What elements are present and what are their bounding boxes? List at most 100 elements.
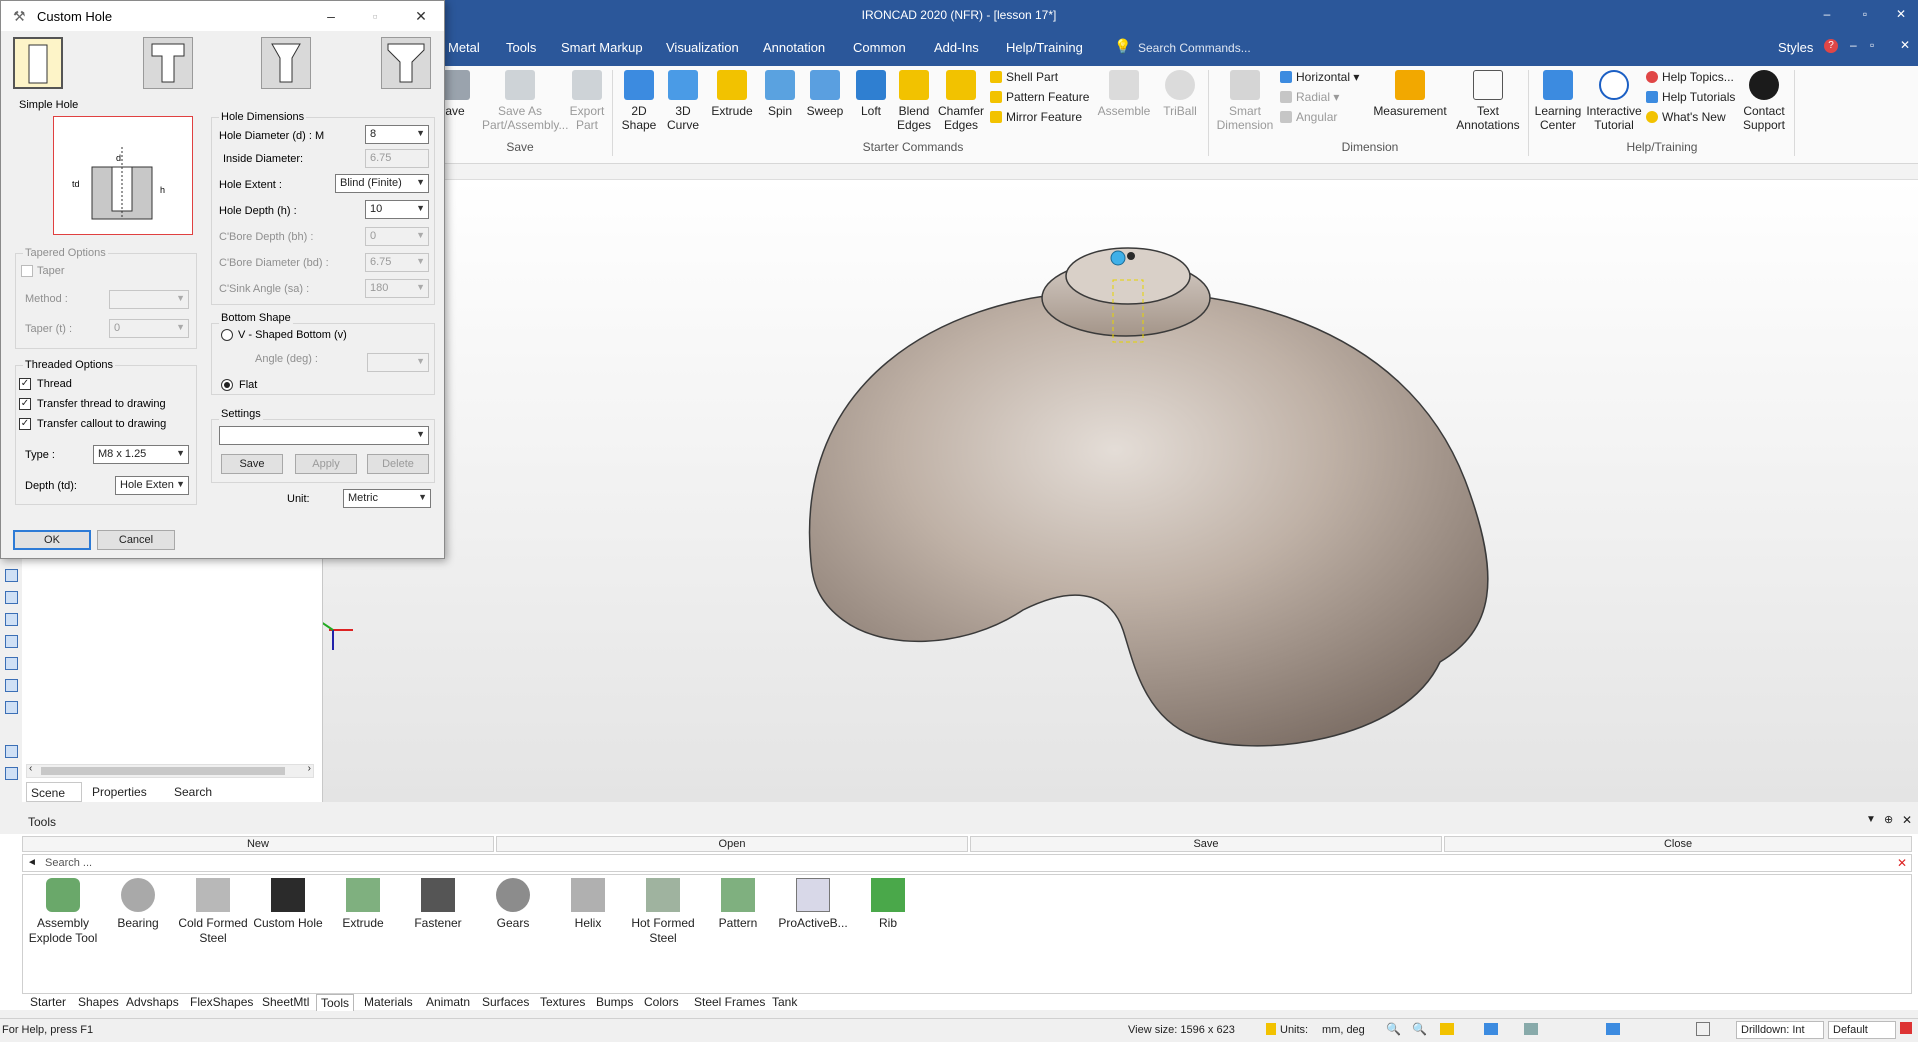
menu-help-training[interactable]: Help/Training [1006,40,1083,55]
menu-annotation[interactable]: Annotation [763,40,825,55]
menu-tools[interactable]: Tools [506,40,536,55]
cancel-button[interactable]: Cancel [97,530,175,550]
hole-anchor-icon[interactable] [1110,250,1126,266]
hole-type-countersink-taper[interactable] [261,37,311,89]
catalog-item-fastener[interactable]: Fastener [401,878,475,931]
catalog-open-button[interactable]: Open [496,836,968,852]
strip-tool-icon[interactable] [5,745,18,758]
menu-visualization[interactable]: Visualization [666,40,739,55]
tab-scene[interactable]: Scene [26,782,82,802]
tab-textures[interactable]: Textures [536,994,589,1010]
tab-flexshapes[interactable]: FlexShapes [186,994,257,1010]
help-topics-button[interactable]: Help Topics... [1646,70,1734,84]
3d-curve-button[interactable]: 3D Curve [664,70,702,132]
tab-sheetmtl[interactable]: SheetMtl [258,994,313,1010]
hole-type-countersink[interactable] [381,37,431,89]
maximize-button[interactable]: ▫ [1852,4,1878,24]
catalog-item-pattern[interactable]: Pattern [701,878,775,931]
close-catalog-icon[interactable]: ✕ [1902,813,1912,827]
strip-tool-icon[interactable] [5,657,18,670]
catalog-menu-icon[interactable]: ▼ [1866,814,1876,825]
strip-tool-icon[interactable] [5,569,18,582]
selection-cursor-icon[interactable] [1696,1022,1710,1036]
render-icon[interactable] [1484,1023,1498,1035]
sweep-button[interactable]: Sweep [804,70,846,118]
menu-add-ins[interactable]: Add-Ins [934,40,979,55]
strip-tool-icon[interactable] [5,635,18,648]
scroll-right-icon[interactable]: › [308,763,311,774]
tab-starter[interactable]: Starter [26,994,70,1010]
angular-button[interactable]: Angular [1280,110,1337,124]
save-as-part-button[interactable]: Save As Part/Assembly... [482,70,568,132]
ok-button[interactable]: OK [13,530,91,550]
default-select[interactable]: Default [1828,1021,1896,1039]
hole-extent-select[interactable]: Blind (Finite) ▼ [335,174,429,193]
tab-steel-frames[interactable]: Steel Frames [690,994,769,1010]
tab-materials[interactable]: Materials [360,994,417,1010]
tab-animatn[interactable]: Animatn [422,994,474,1010]
text-annotations-button[interactable]: Text Annotations [1452,70,1524,132]
pattern-feature-button[interactable]: Pattern Feature [990,90,1089,104]
tab-properties[interactable]: Properties [88,782,168,802]
settings-apply-button[interactable]: Apply [295,454,357,474]
zoom-icon[interactable]: 🔍 [1386,1022,1401,1036]
tab-surfaces[interactable]: Surfaces [478,994,533,1010]
thread-type-select[interactable]: M8 x 1.25 ▼ [93,445,189,464]
radial-button[interactable]: Radial ▾ [1280,90,1339,104]
search-commands[interactable]: 💡 Search Commands... [1112,37,1372,59]
catalog-item-bearing[interactable]: Bearing [101,878,175,931]
triball-button[interactable]: TriBall [1156,70,1204,118]
settings-select[interactable]: ▼ [219,426,429,445]
interactive-tutorial-button[interactable]: Interactive Tutorial [1586,70,1642,132]
catalog-item-gears[interactable]: Gears [476,878,550,931]
catalog-item-helix[interactable]: Helix [551,878,625,931]
strip-tool-icon[interactable] [5,767,18,780]
catalog-item-rib[interactable]: Rib [851,878,925,931]
blend-edges-button[interactable]: Blend Edges [894,70,934,132]
whats-new-button[interactable]: What's New [1646,110,1726,124]
styles-menu[interactable]: Styles [1778,40,1813,55]
clear-search-icon[interactable]: ✕ [1897,856,1907,870]
catalog-item-cold-formed-steel[interactable]: Cold Formed Steel [176,878,250,946]
catalog-item-custom-hole[interactable]: Custom Hole [251,878,325,931]
zoom-area-icon[interactable]: 🔍 [1412,1022,1427,1036]
catalog-item-proactive[interactable]: ProActiveB... [776,878,850,931]
extrude-button[interactable]: Extrude [708,70,756,118]
model-canvas[interactable] [320,180,1918,802]
shading-icon[interactable] [1606,1023,1620,1035]
strip-tool-icon[interactable] [5,613,18,626]
tab-bumps[interactable]: Bumps [592,994,637,1010]
loft-button[interactable]: Loft [852,70,890,118]
chamfer-edges-button[interactable]: Chamfer Edges [936,70,986,132]
transfer-callout-checkbox[interactable]: ✓ [19,418,31,430]
hole-depth-select[interactable]: 10 ▼ [365,200,429,219]
drilldown-select[interactable]: Drilldown: Int [1736,1021,1824,1039]
help-icon[interactable]: ? [1824,39,1838,53]
thread-depth-select[interactable]: Hole Exten ▼ [115,476,189,495]
catalog-new-button[interactable]: New [22,836,494,852]
dialog-close-button[interactable]: ✕ [407,5,435,27]
strip-tool-icon[interactable] [5,701,18,714]
catalog-close-button[interactable]: Close [1444,836,1912,852]
thread-checkbox[interactable]: ✓ [19,378,31,390]
tab-tank[interactable]: Tank [768,994,801,1010]
doc-close-button[interactable]: ✕ [1900,38,1910,52]
transfer-thread-checkbox[interactable]: ✓ [19,398,31,410]
hole-handle-icon[interactable] [1127,252,1135,260]
flat-radio[interactable] [221,379,233,391]
view-icon[interactable] [1440,1023,1454,1035]
3d-viewport[interactable] [320,180,1918,802]
assemble-button[interactable]: Assemble [1096,70,1152,118]
strip-tool-icon[interactable] [5,591,18,604]
tab-colors[interactable]: Colors [640,994,683,1010]
2d-shape-button[interactable]: 2D Shape [618,70,660,132]
catalog-item-hot-formed-steel[interactable]: Hot Formed Steel [626,878,700,946]
menu-metal[interactable]: Metal [448,40,480,55]
tab-search[interactable]: Search [170,782,240,802]
learning-center-button[interactable]: Learning Center [1532,70,1584,132]
v-shaped-radio[interactable] [221,329,233,341]
measurement-button[interactable]: Measurement [1370,70,1450,118]
elbow-part[interactable] [808,290,1489,747]
menu-common[interactable]: Common [853,40,906,55]
contact-support-button[interactable]: Contact Support [1738,70,1790,132]
